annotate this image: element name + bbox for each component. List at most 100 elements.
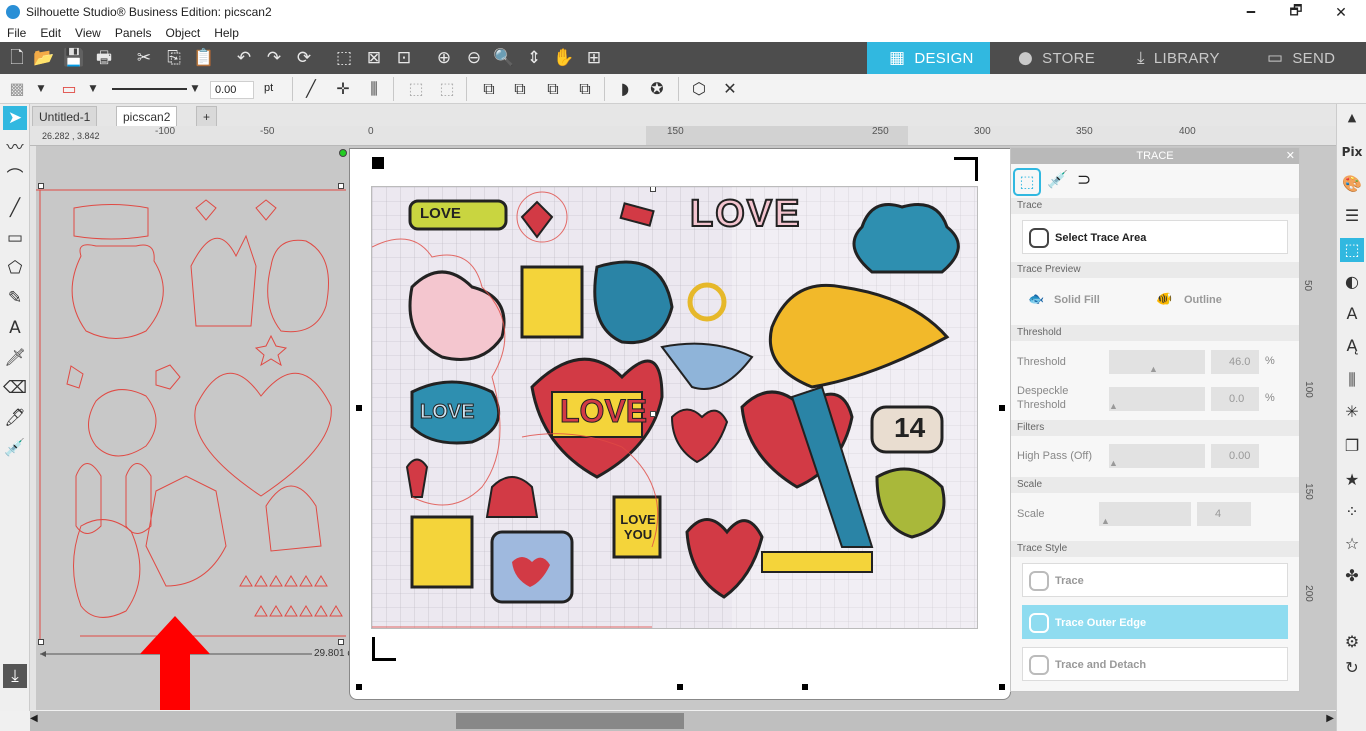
redo-icon[interactable]: ↷ — [263, 47, 285, 69]
undo-icon[interactable]: ↶ — [233, 47, 255, 69]
trace-button[interactable]: Trace — [1022, 563, 1288, 597]
tab-send[interactable]: ▭ SEND — [1253, 42, 1366, 74]
threshold-value-input[interactable]: 46.0 — [1211, 350, 1259, 374]
select-trace-area-button[interactable]: Select Trace Area — [1022, 220, 1288, 254]
zoom-out-icon[interactable]: ⊖ — [463, 47, 485, 69]
despeckle-slider[interactable]: ▲ — [1109, 387, 1205, 411]
knife-tool-icon[interactable]: 🖊 — [3, 406, 27, 430]
selection-handle[interactable] — [38, 639, 44, 645]
paste-icon[interactable]: 📋 — [193, 47, 215, 69]
trace-tab-icon[interactable]: ⬚ — [1013, 168, 1041, 196]
align-panel-icon[interactable]: ⫼ — [1340, 368, 1364, 392]
knife-icon[interactable]: 🗡 — [3, 346, 27, 370]
select-by-color-icon[interactable]: ⊡ — [393, 47, 415, 69]
selection-handle[interactable] — [38, 183, 44, 189]
open-folder-icon[interactable]: 📂 — [33, 47, 55, 69]
puzzle-icon[interactable]: ✤ — [1340, 564, 1364, 588]
slider-thumb[interactable]: ▲ — [1149, 364, 1158, 374]
font-icon[interactable]: Ą — [1340, 334, 1364, 358]
save-icon[interactable]: 💾 — [63, 47, 85, 69]
edit-points-icon[interactable]: 〰 — [3, 136, 27, 160]
close-button[interactable]: ✕ — [1318, 0, 1364, 24]
select-all-icon[interactable]: ⬚ — [333, 47, 355, 69]
new-file-icon[interactable]: 🗋 — [6, 47, 28, 69]
zoom-select-icon[interactable]: 🔍 — [493, 47, 515, 69]
high-pass-slider[interactable]: ▲ — [1109, 444, 1205, 468]
add-tab-button[interactable]: + — [196, 106, 218, 126]
line-color-icon[interactable]: ▭ — [58, 78, 80, 100]
maximize-button[interactable]: 🗗 — [1273, 0, 1319, 24]
solid-fill-option[interactable]: Solid Fill — [1054, 283, 1100, 317]
high-pass-value-input[interactable]: 0.00 — [1211, 444, 1259, 468]
line-tool-icon[interactable]: ╱ — [300, 78, 322, 100]
fill-dropdown-icon[interactable]: ▼ — [30, 78, 52, 100]
select-tool-icon[interactable]: ➤ — [3, 106, 27, 130]
tab-store[interactable]: ● STORE — [990, 42, 1113, 74]
slider-thumb[interactable]: ▲ — [1101, 516, 1110, 526]
replicate-icon[interactable]: ❐ — [1340, 434, 1364, 458]
horizontal-scrollbar[interactable]: ◀ ▶ — [30, 711, 1336, 731]
menu-object[interactable]: Object — [159, 26, 208, 40]
traced-cut-lines[interactable] — [36, 146, 356, 646]
contrast-icon[interactable]: ◐ — [1340, 270, 1364, 294]
settings-gear-icon[interactable]: ⚙ — [1340, 630, 1364, 654]
library-panel-icon[interactable]: ⤓ — [3, 664, 27, 688]
drag-zoom-icon[interactable]: ⇕ — [523, 47, 545, 69]
pixscan-icon[interactable]: Pix — [1340, 140, 1364, 164]
transform-icon[interactable]: ✳ — [1340, 400, 1364, 424]
slider-thumb[interactable]: ▲ — [1109, 458, 1118, 468]
scale-slider[interactable]: ▲ — [1099, 502, 1191, 526]
tab-design[interactable]: ▦ DESIGN — [867, 42, 990, 74]
sparkle-icon[interactable]: ⁘ — [1340, 500, 1364, 524]
scroll-thumb[interactable] — [456, 713, 684, 729]
ungroup-icon[interactable]: ⬚ — [436, 78, 458, 100]
pencil-icon[interactable]: ✎ — [3, 286, 27, 310]
deselect-icon[interactable]: ⊠ — [363, 47, 385, 69]
menu-edit[interactable]: Edit — [33, 26, 68, 40]
selection-handle[interactable] — [650, 411, 656, 417]
selection-handle[interactable] — [338, 639, 344, 645]
send-backward-icon[interactable]: ⧉ — [574, 78, 596, 100]
rotate-handle[interactable] — [339, 149, 347, 157]
palette-icon[interactable]: 🎨 — [1340, 172, 1364, 196]
delete-x-icon[interactable]: ✕ — [719, 78, 741, 100]
refresh-icon[interactable]: ↻ — [1340, 656, 1364, 680]
line-style-icon[interactable]: ☰ — [1340, 204, 1364, 228]
align-icon[interactable]: ⫼ — [363, 78, 385, 100]
selection-handle[interactable] — [338, 183, 344, 189]
magnet-icon[interactable]: ⊃ — [1077, 170, 1101, 194]
star-outline-icon[interactable]: ☆ — [1340, 532, 1364, 556]
group-icon[interactable]: ⬚ — [405, 78, 427, 100]
fill-pattern-icon[interactable]: ▩ — [6, 78, 28, 100]
text-style-icon[interactable]: A — [1340, 302, 1364, 326]
trace-panel-close-button[interactable]: ✕ — [1286, 148, 1295, 164]
print-icon[interactable]: 🖶 — [93, 47, 115, 69]
line-draw-icon[interactable]: ╱ — [3, 196, 27, 220]
line-style-preview[interactable] — [112, 88, 187, 90]
scroll-left-icon[interactable]: ◀ — [30, 713, 38, 724]
redraw-icon[interactable]: ⟳ — [293, 47, 315, 69]
cut-icon[interactable]: ✂ — [133, 47, 155, 69]
scanned-picture[interactable]: LOVE LOVE LOVE LOVE LOVE YOU 14 — [371, 186, 978, 629]
send-back-icon[interactable]: ⧉ — [509, 78, 531, 100]
pan-hand-icon[interactable]: ✋ — [553, 47, 575, 69]
3d-box-icon[interactable]: ⬡ — [688, 78, 710, 100]
trace-outer-edge-button[interactable]: Trace Outer Edge — [1022, 605, 1288, 639]
trace-and-detach-button[interactable]: Trace and Detach — [1022, 647, 1288, 681]
curve-tool-icon[interactable]: ⌒ — [3, 166, 27, 190]
outline-option[interactable]: Outline — [1184, 283, 1222, 317]
scale-value-input[interactable]: 4 — [1197, 502, 1251, 526]
copy-icon[interactable]: ⎘ — [163, 47, 185, 69]
scroll-right-icon[interactable]: ▶ — [1326, 713, 1334, 724]
line-style-dropdown-icon[interactable]: ▼ — [184, 78, 206, 100]
selection-handle[interactable] — [650, 187, 656, 192]
minimize-button[interactable]: 🗕 — [1228, 0, 1274, 24]
bring-forward-icon[interactable]: ⧉ — [542, 78, 564, 100]
menu-view[interactable]: View — [68, 26, 108, 40]
line-color-dropdown-icon[interactable]: ▼ — [82, 78, 104, 100]
threshold-slider[interactable]: ▲ — [1109, 350, 1205, 374]
zoom-in-icon[interactable]: ⊕ — [433, 47, 455, 69]
despeckle-value-input[interactable]: 0.0 — [1211, 387, 1259, 411]
favorite-star-icon[interactable]: ★ — [1340, 468, 1364, 492]
scroll-up-icon[interactable]: ▲ — [1340, 106, 1364, 130]
